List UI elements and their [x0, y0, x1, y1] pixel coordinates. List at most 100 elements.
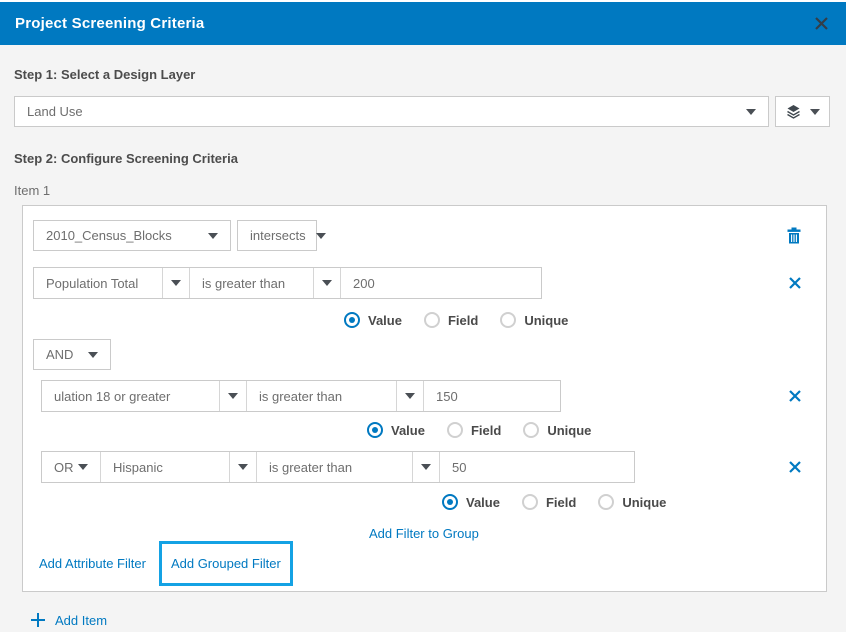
filter3-controls: OR Hispanic is greater than — [41, 451, 635, 483]
add-grouped-filter-highlight: Add Grouped Filter — [159, 541, 293, 586]
filter3-operator-value: is greater than — [269, 460, 352, 475]
filter2-mode-radiogroup: Value Field Unique — [367, 422, 816, 438]
filter2-field-select-arrow[interactable] — [219, 381, 246, 411]
filter2-field-value: ulation 18 or greater — [54, 389, 170, 404]
filter3-value-cell — [439, 452, 634, 482]
screening-layer-value: 2010_Census_Blocks — [46, 228, 172, 243]
filter1-radio-unique-label: Unique — [524, 313, 568, 328]
item-label: Item 1 — [14, 183, 830, 198]
filter2-operator-select-arrow[interactable] — [396, 381, 423, 411]
chevron-down-icon — [810, 109, 820, 115]
filter3-radio-field[interactable] — [522, 494, 538, 510]
dialog-titlebar: Project Screening Criteria — [0, 2, 846, 45]
filter3-field-select[interactable]: Hispanic — [100, 452, 229, 482]
filter-actions-row: Add Attribute Filter Add Grouped Filter — [39, 541, 816, 586]
chevron-down-icon — [322, 280, 332, 286]
chevron-down-icon — [238, 464, 248, 470]
dialog-title: Project Screening Criteria — [15, 15, 204, 32]
chevron-down-icon — [421, 464, 431, 470]
x-icon — [788, 276, 802, 290]
filter1-radio-unique[interactable] — [500, 312, 516, 328]
filter3-radio-unique-label: Unique — [622, 495, 666, 510]
chevron-down-icon — [746, 109, 756, 115]
filter2-operator-select[interactable]: is greater than — [246, 381, 396, 411]
filter3-operator-select-arrow[interactable] — [412, 452, 439, 482]
layers-icon — [785, 104, 802, 120]
group-conjunction-select[interactable]: AND — [33, 339, 111, 370]
remove-filter2-button[interactable] — [788, 389, 802, 403]
close-icon — [814, 16, 829, 31]
filter3-radio-field-label: Field — [546, 495, 576, 510]
design-layer-row: Land Use — [14, 96, 830, 127]
design-layer-select[interactable]: Land Use — [14, 96, 769, 127]
filter1-value-cell — [340, 268, 541, 298]
screening-layer-select[interactable]: 2010_Census_Blocks — [33, 220, 231, 251]
filter3-radio-unique[interactable] — [598, 494, 614, 510]
add-item-button[interactable]: Add Item — [30, 612, 830, 628]
filter2-radio-unique-label: Unique — [547, 423, 591, 438]
filter1-mode-radiogroup: Value Field Unique — [344, 312, 816, 328]
chevron-down-icon — [171, 280, 181, 286]
x-icon — [788, 389, 802, 403]
add-item-label: Add Item — [55, 613, 107, 628]
plus-icon — [30, 612, 46, 628]
chevron-down-icon — [78, 464, 88, 470]
chevron-down-icon — [316, 233, 326, 239]
filter3-mode-radiogroup: Value Field Unique — [442, 494, 816, 510]
filter2-radio-value-label: Value — [391, 423, 425, 438]
filter3-radio-value-label: Value — [466, 495, 500, 510]
step2-label: Step 2: Configure Screening Criteria — [14, 151, 830, 166]
filter3-field-select-arrow[interactable] — [229, 452, 256, 482]
item-panel: 2010_Census_Blocks intersects — [22, 205, 827, 592]
filter2-value-input[interactable] — [424, 381, 560, 411]
x-icon — [788, 460, 802, 474]
dialog-body: Step 1: Select a Design Layer Land Use S… — [0, 67, 846, 628]
filter1-operator-select[interactable]: is greater than — [189, 268, 313, 298]
filter2-field-select[interactable]: ulation 18 or greater — [42, 381, 219, 411]
spatial-filter-row: 2010_Census_Blocks intersects — [33, 220, 816, 251]
add-grouped-filter-link[interactable]: Add Grouped Filter — [171, 556, 281, 571]
filter3-conjunction-select[interactable]: OR — [42, 452, 100, 482]
filter2-radio-value[interactable] — [367, 422, 383, 438]
group-conjunction-value: AND — [46, 347, 73, 362]
step1-label: Step 1: Select a Design Layer — [14, 67, 830, 82]
chevron-down-icon — [405, 393, 415, 399]
delete-item-button[interactable] — [786, 227, 802, 245]
grouped-filter-row-3: OR Hispanic is greater than — [41, 451, 816, 483]
spatial-operator-value: intersects — [250, 228, 306, 243]
filter3-radio-value[interactable] — [442, 494, 458, 510]
filter1-value-input[interactable] — [341, 268, 541, 298]
add-attribute-filter-link[interactable]: Add Attribute Filter — [39, 556, 146, 571]
design-layer-value: Land Use — [27, 104, 83, 119]
spatial-operator-select[interactable]: intersects — [237, 220, 317, 251]
filter2-operator-value: is greater than — [259, 389, 342, 404]
filter2-radio-unique[interactable] — [523, 422, 539, 438]
filter2-value-cell — [423, 381, 560, 411]
filter1-operator-value: is greater than — [202, 276, 285, 291]
trash-icon — [786, 227, 802, 245]
filter1-radio-field[interactable] — [424, 312, 440, 328]
chevron-down-icon — [208, 233, 218, 239]
filter1-controls: Population Total is greater than — [33, 267, 542, 299]
filter1-radio-value-label: Value — [368, 313, 402, 328]
remove-filter3-button[interactable] — [788, 460, 802, 474]
chevron-down-icon — [88, 352, 98, 358]
remove-filter1-button[interactable] — [788, 276, 802, 290]
layer-list-button[interactable] — [775, 96, 830, 127]
filter1-radio-value[interactable] — [344, 312, 360, 328]
add-filter-to-group-link[interactable]: Add Filter to Group — [369, 526, 479, 541]
attribute-filter-row-1: Population Total is greater than — [33, 267, 816, 299]
filter1-field-select[interactable]: Population Total — [34, 268, 162, 298]
filter2-radio-field-label: Field — [471, 423, 501, 438]
group-conjunction-row: AND — [33, 339, 816, 370]
close-button[interactable] — [811, 14, 831, 34]
filter2-radio-field[interactable] — [447, 422, 463, 438]
filter1-field-select-arrow[interactable] — [162, 268, 189, 298]
filter3-conjunction-value: OR — [54, 460, 74, 475]
filter3-operator-select[interactable]: is greater than — [256, 452, 412, 482]
filter3-value-input[interactable] — [440, 452, 634, 482]
filter1-operator-select-arrow[interactable] — [313, 268, 340, 298]
chevron-down-icon — [228, 393, 238, 399]
filter3-field-value: Hispanic — [113, 460, 163, 475]
filter1-radio-field-label: Field — [448, 313, 478, 328]
